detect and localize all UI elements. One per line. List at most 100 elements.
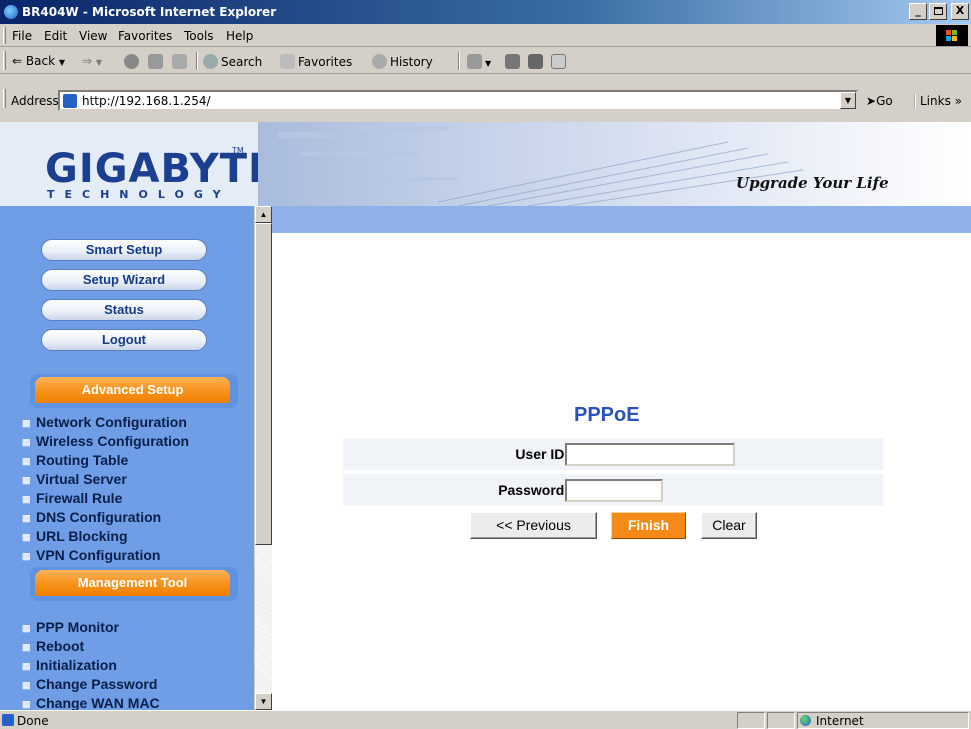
menu-tools[interactable]: Tools — [184, 29, 214, 43]
sidebar-scrollbar[interactable]: ▲ ▼ — [254, 206, 272, 710]
nav-label: Change WAN MAC — [36, 695, 160, 710]
nav-dns-configuration[interactable]: ▦ DNS Configuration — [0, 509, 258, 528]
discuss-icon — [551, 54, 566, 69]
nav-virtual-server[interactable]: ▦ Virtual Server — [0, 471, 258, 490]
previous-button[interactable]: << Previous — [470, 512, 597, 539]
finish-button[interactable]: Finish — [611, 512, 686, 539]
chevron-down-icon: ▼ — [95, 58, 103, 67]
password-label: Password: — [498, 482, 569, 498]
nav-change-wan-mac[interactable]: ▦ Change WAN MAC — [0, 695, 258, 710]
ie-icon — [4, 5, 18, 19]
nav-initialization[interactable]: ▦ Initialization — [0, 657, 258, 676]
search-label: Search — [221, 55, 263, 69]
bullet-icon: ▦ — [22, 532, 31, 542]
search-button[interactable]: Search — [203, 54, 262, 69]
home-icon — [172, 54, 187, 69]
bullet-icon: ▦ — [22, 456, 31, 466]
nav-label: VPN Configuration — [36, 547, 161, 563]
status-panel — [737, 712, 765, 729]
page-done-icon — [2, 714, 14, 726]
favorites-button[interactable]: Favorites — [280, 54, 352, 69]
maximize-button[interactable] — [929, 3, 947, 20]
arrow-up-icon: ▲ — [259, 210, 268, 219]
history-button[interactable]: History — [372, 54, 433, 69]
close-button[interactable]: X — [951, 3, 969, 20]
password-row: Password: — [343, 474, 883, 506]
search-icon — [203, 54, 218, 69]
nav-network-configuration[interactable]: ▦ Network Configuration — [0, 414, 258, 433]
refresh-button[interactable] — [148, 54, 166, 69]
bullet-icon: ▦ — [22, 623, 31, 633]
nav-ppp-monitor[interactable]: ▦ PPP Monitor — [0, 619, 258, 638]
nav-change-password[interactable]: ▦ Change Password — [0, 676, 258, 695]
nav-label: Firewall Rule — [36, 490, 123, 506]
history-icon — [372, 54, 387, 69]
zone-text: Internet — [816, 714, 864, 728]
advanced-setup-header: Advanced Setup — [35, 377, 230, 403]
favorites-label: Favorites — [298, 55, 353, 69]
print-button[interactable] — [505, 54, 523, 69]
menu-file[interactable]: File — [12, 29, 32, 43]
nav-label: Wireless Configuration — [36, 433, 190, 449]
chevron-down-icon: ▼ — [844, 96, 852, 105]
smart-setup-button[interactable]: Smart Setup — [41, 239, 207, 261]
menu-edit[interactable]: Edit — [44, 29, 67, 43]
bullet-icon: ▦ — [22, 494, 31, 504]
toolbar-grip — [3, 51, 6, 70]
scroll-up-button[interactable]: ▲ — [255, 206, 272, 223]
bullet-icon: ▦ — [22, 513, 31, 523]
window-title: BR404W - Microsoft Internet Explorer — [22, 5, 277, 19]
stop-icon — [124, 54, 139, 69]
password-input[interactable] — [565, 479, 663, 502]
edit-button[interactable] — [528, 54, 546, 69]
stop-button[interactable] — [124, 54, 142, 69]
logo-trademark: TM — [232, 146, 244, 155]
nav-routing-table[interactable]: ▦ Routing Table — [0, 452, 258, 471]
arrow-down-icon: ▼ — [259, 697, 268, 706]
edit-icon — [528, 54, 543, 69]
address-label: Address — [11, 94, 59, 108]
links-button[interactable]: Links » — [914, 94, 962, 108]
status-panel — [767, 712, 795, 729]
nav-label: Virtual Server — [36, 471, 127, 487]
menu-bar: File Edit View Favorites Tools Help — [0, 24, 971, 47]
setup-wizard-button[interactable]: Setup Wizard — [41, 269, 207, 291]
menu-view[interactable]: View — [79, 29, 107, 43]
address-bar: Address http://192.168.1.254/ ▼ ➤Go Link… — [0, 74, 971, 122]
address-dropdown-button[interactable]: ▼ — [840, 92, 856, 109]
discuss-button[interactable] — [551, 54, 569, 69]
user-id-input[interactable] — [565, 443, 735, 466]
back-button[interactable]: ⇐ Back ▼ — [12, 54, 65, 68]
address-grip — [3, 89, 6, 108]
logout-button[interactable]: Logout — [41, 329, 207, 351]
minimize-button[interactable]: _ — [909, 3, 927, 20]
nav-label: DNS Configuration — [36, 509, 162, 525]
nav-wireless-configuration[interactable]: ▦ Wireless Configuration — [0, 433, 258, 452]
page-icon — [63, 94, 77, 108]
scroll-thumb[interactable] — [255, 223, 272, 545]
status-button[interactable]: Status — [41, 299, 207, 321]
slogan: Upgrade Your Life — [736, 174, 889, 192]
menu-grip — [3, 27, 6, 44]
chevron-down-icon: ▼ — [485, 59, 492, 68]
management-tool-header: Management Tool — [35, 570, 230, 596]
menu-help[interactable]: Help — [226, 29, 253, 43]
user-id-row: User ID: — [343, 438, 883, 470]
mail-button[interactable]: ▼ — [467, 54, 491, 69]
scroll-down-button[interactable]: ▼ — [255, 693, 272, 710]
management-tool-list: ▦ PPP Monitor ▦ Reboot ▦ Initialization ▦ Ch… — [0, 619, 258, 710]
nav-reboot[interactable]: ▦ Reboot — [0, 638, 258, 657]
logo-subtitle: TECHNOLOGY — [47, 188, 231, 201]
nav-vpn-configuration[interactable]: ▦ VPN Configuration — [0, 547, 258, 566]
forward-button[interactable]: ⇒ ▼ — [82, 54, 102, 68]
nav-url-blocking[interactable]: ▦ URL Blocking — [0, 528, 258, 547]
menu-favorites[interactable]: Favorites — [118, 29, 172, 43]
go-button[interactable]: ➤Go — [866, 94, 893, 108]
nav-firewall-rule[interactable]: ▦ Firewall Rule — [0, 490, 258, 509]
clear-button[interactable]: Clear — [701, 512, 757, 539]
favorites-icon — [280, 54, 295, 69]
address-input[interactable]: http://192.168.1.254/ ▼ — [58, 90, 858, 111]
address-url: http://192.168.1.254/ — [82, 94, 211, 108]
chevron-down-icon: ▼ — [58, 58, 66, 67]
home-button[interactable] — [172, 54, 190, 69]
